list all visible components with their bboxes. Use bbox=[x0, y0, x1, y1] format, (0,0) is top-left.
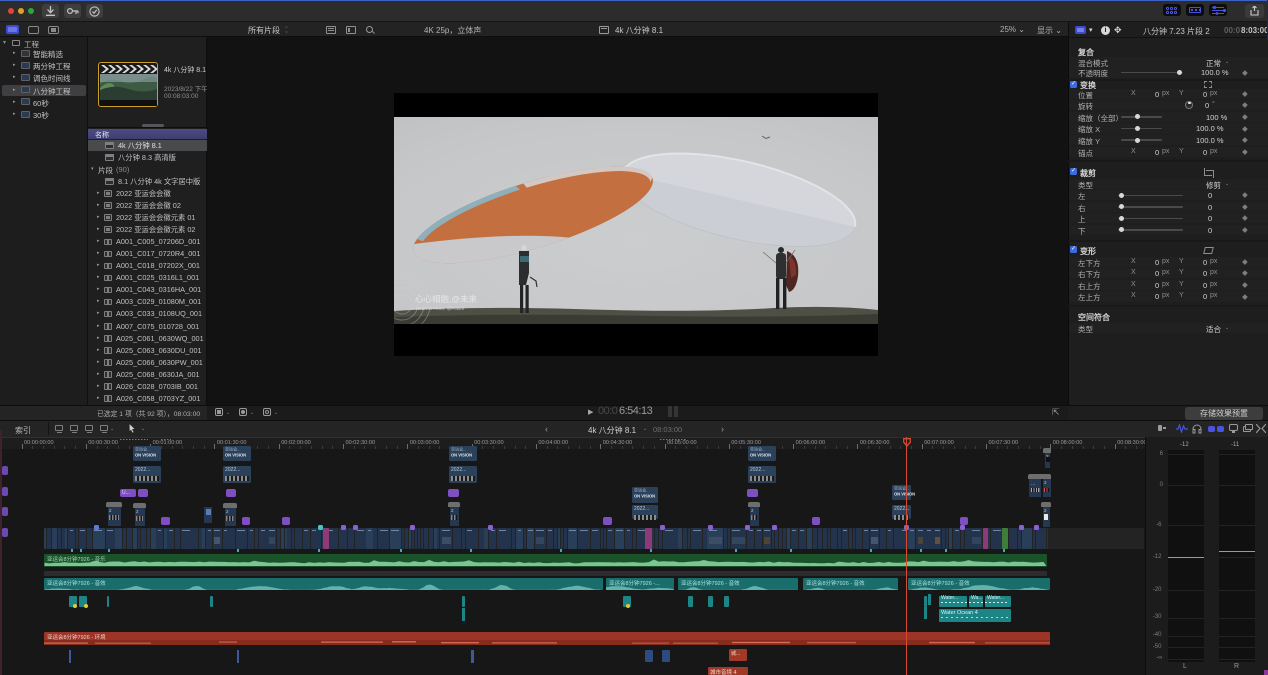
svg-text:心心相融,@未来: 心心相融,@未来 bbox=[415, 294, 477, 304]
svg-text:Heart to Heart, @Future: Heart to Heart, @Future bbox=[416, 306, 465, 311]
